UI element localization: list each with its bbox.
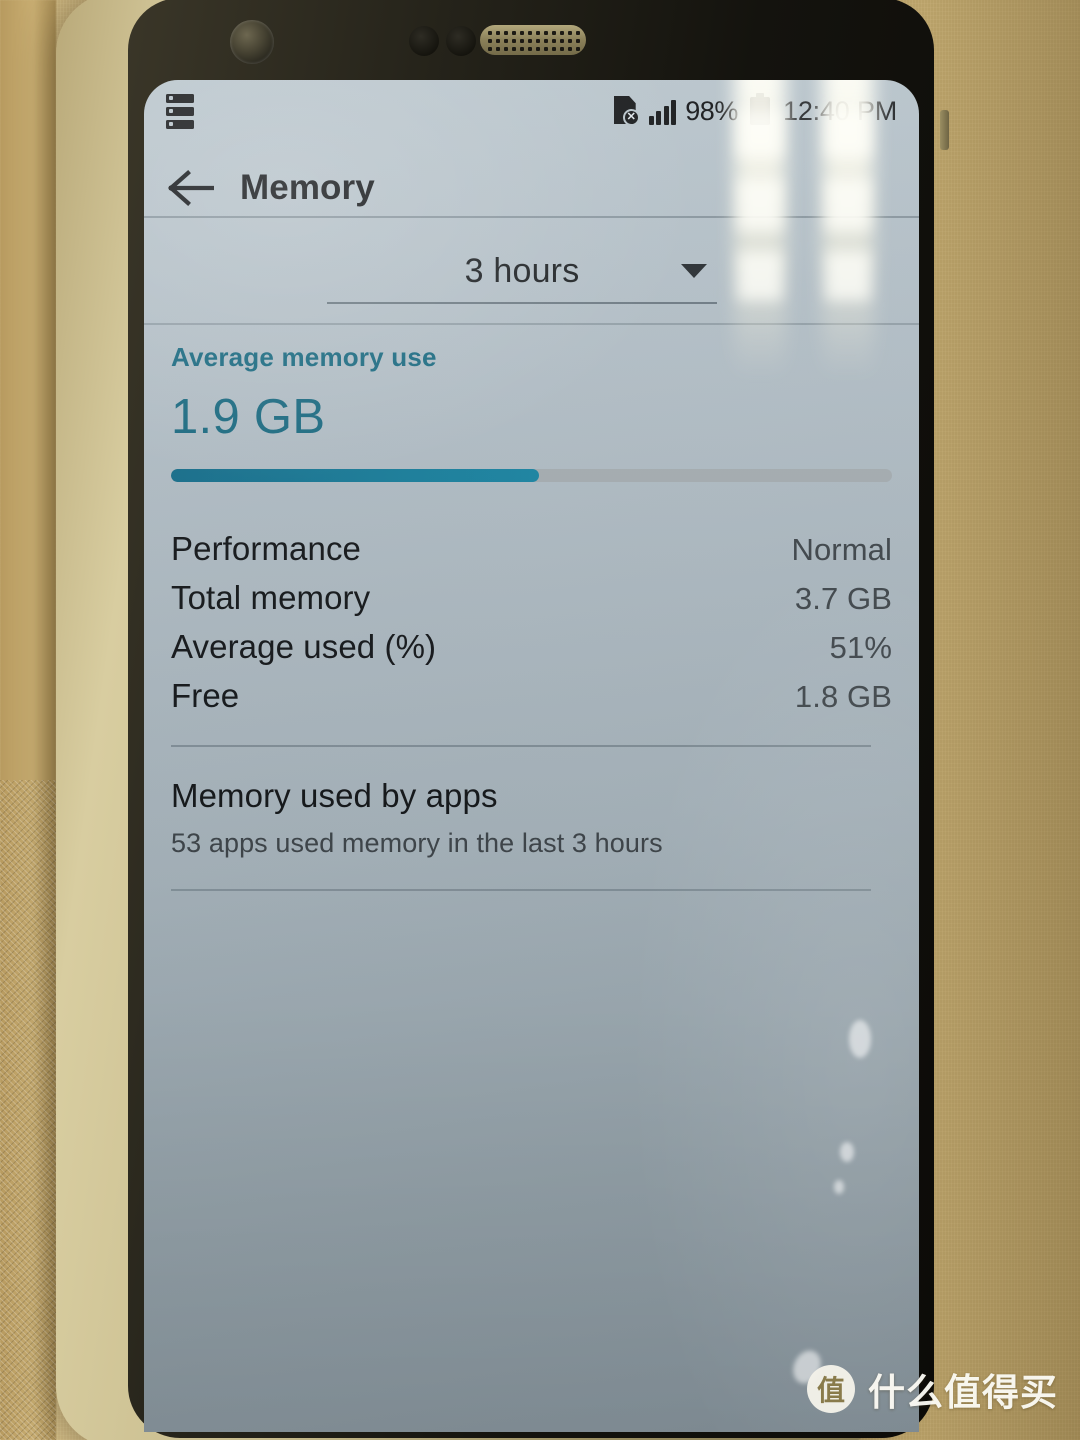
stat-value: 3.7 GB xyxy=(794,581,892,616)
screen-smudge xyxy=(834,1180,844,1194)
stat-value: Normal xyxy=(791,532,892,567)
wall-left-texture xyxy=(0,780,56,1440)
stat-row: Free 1.8 GB xyxy=(171,677,892,726)
stat-key: Performance xyxy=(171,530,362,567)
back-arrow-icon[interactable] xyxy=(168,169,214,207)
stats-divider xyxy=(171,745,871,747)
battery-percent-label: 98% xyxy=(685,95,739,126)
period-selector-area: 3 hours xyxy=(144,232,919,322)
watermark: 值 什么值得买 xyxy=(807,1362,1058,1416)
stat-value: 1.8 GB xyxy=(794,679,892,714)
notification-row xyxy=(166,119,194,129)
watermark-logo: 值 xyxy=(807,1365,855,1413)
period-dropdown-label: 3 hours xyxy=(464,251,580,290)
front-camera-icon xyxy=(230,20,274,64)
memory-progress-track xyxy=(171,469,892,482)
signal-bar xyxy=(648,116,654,125)
earpiece-speaker xyxy=(480,25,586,55)
signal-bar xyxy=(656,111,662,125)
stat-key: Average used (%) xyxy=(171,628,437,665)
apps-divider xyxy=(171,889,871,891)
status-bar-right: ✕ 98% 12:40 PM xyxy=(613,93,897,127)
app-bar-divider xyxy=(144,216,919,218)
status-bar: ✕ 98% 12:40 PM xyxy=(144,88,919,134)
average-memory-label: Average memory use xyxy=(171,342,437,372)
proximity-sensor-icon xyxy=(409,26,439,56)
page-title: Memory xyxy=(240,168,375,207)
memory-progress-fill xyxy=(171,469,539,482)
memory-used-by-apps-section[interactable]: Memory used by apps 53 apps used memory … xyxy=(144,777,919,859)
phone-screen: ✕ 98% 12:40 PM Memory 3 hours Average me… xyxy=(144,80,919,1432)
stat-key: Total memory xyxy=(171,579,371,616)
screen-smudge xyxy=(840,1142,854,1162)
sim-error-badge: ✕ xyxy=(622,109,640,126)
phone-device: ✕ 98% 12:40 PM Memory 3 hours Average me… xyxy=(56,0,949,1440)
stat-row: Total memory 3.7 GB xyxy=(171,579,892,628)
earpiece-mesh xyxy=(486,29,580,51)
chevron-down-icon xyxy=(681,264,707,278)
app-bar: Memory xyxy=(144,142,919,234)
apps-section-subtitle: 53 apps used memory in the last 3 hours xyxy=(171,828,663,858)
screen-content: ✕ 98% 12:40 PM Memory 3 hours Average me… xyxy=(144,80,919,1432)
watermark-text: 什么值得买 xyxy=(868,1371,1058,1414)
average-memory-block: Average memory use 1.9 GB xyxy=(144,342,919,482)
average-memory-value: 1.9 GB xyxy=(171,390,326,444)
period-dropdown[interactable]: 3 hours xyxy=(327,240,717,304)
light-sensor-icon xyxy=(446,26,476,56)
notification-row xyxy=(166,93,194,103)
stat-row: Average used (%) 51% xyxy=(171,628,892,677)
stat-value: 51% xyxy=(829,630,892,665)
signal-bars-icon xyxy=(648,97,677,125)
memory-stats-list: Performance Normal Total memory 3.7 GB Avera… xyxy=(144,530,919,726)
period-divider xyxy=(144,323,919,325)
sim-card-error-icon: ✕ xyxy=(613,96,640,126)
signal-bar xyxy=(663,106,669,125)
battery-icon xyxy=(750,93,771,125)
screen-smudge xyxy=(849,1020,871,1058)
status-bar-clock: 12:40 PM xyxy=(783,95,897,126)
notification-list-icon[interactable] xyxy=(166,93,194,129)
signal-bar xyxy=(671,100,677,125)
apps-section-title: Memory used by apps xyxy=(171,777,498,814)
notification-row xyxy=(166,106,194,116)
stat-row: Performance Normal xyxy=(171,530,892,579)
phone-side-button[interactable] xyxy=(940,110,949,150)
stat-key: Free xyxy=(171,677,240,714)
